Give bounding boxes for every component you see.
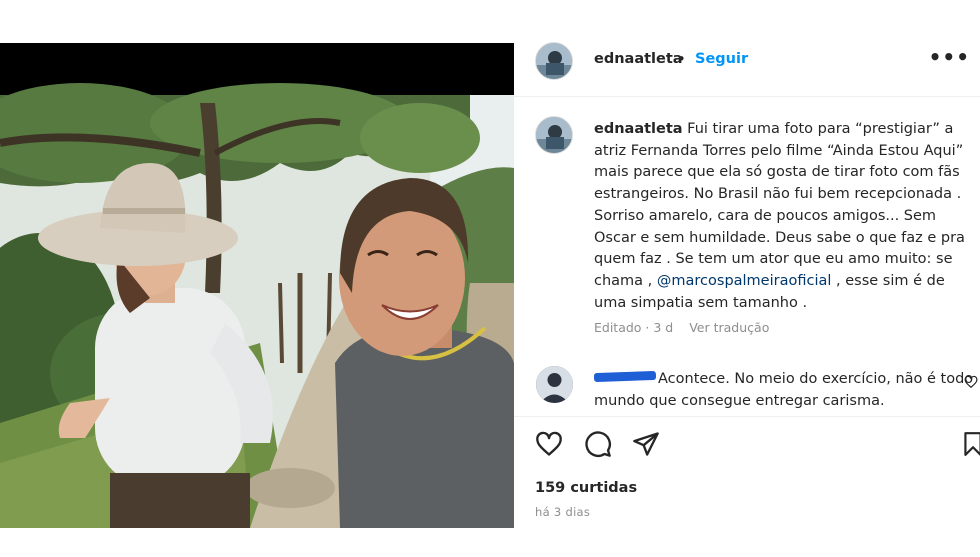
separator-dot: •: [677, 50, 686, 68]
caption-text-part1: Fui tirar uma foto para “prestigiar” a a…: [594, 121, 965, 289]
bookmark-icon[interactable]: [960, 430, 980, 458]
caption-username[interactable]: ednaatleta: [594, 121, 683, 137]
translate-link[interactable]: Ver tradução: [689, 320, 769, 335]
follow-button[interactable]: Seguir: [695, 51, 748, 67]
post-caption: ednaatleta Fui tirar uma foto para “pres…: [594, 119, 974, 314]
author-username[interactable]: ednaatleta: [594, 51, 683, 67]
post-timestamp: há 3 dias: [535, 505, 591, 519]
comment-icon[interactable]: [584, 430, 612, 458]
post-details-panel: ednaatleta • Seguir ••• ednaatleta Fui t…: [514, 42, 980, 528]
more-options-icon[interactable]: •••: [929, 45, 970, 69]
redacted-username: [593, 370, 657, 383]
caption-mention-link[interactable]: @marcospalmeiraoficial: [657, 273, 832, 289]
author-avatar[interactable]: [535, 42, 573, 80]
caption-meta: Editado · 3 d Ver tradução: [594, 320, 769, 335]
comment-like-icon[interactable]: [964, 375, 978, 389]
actions-divider: [514, 416, 980, 417]
commenter-avatar[interactable]: [536, 366, 573, 403]
caption-author-avatar[interactable]: [535, 116, 573, 154]
heart-icon[interactable]: [535, 430, 563, 458]
header-divider: [514, 96, 980, 97]
post-photo: [0, 43, 514, 528]
share-icon[interactable]: [632, 430, 660, 458]
likes-count[interactable]: 159 curtidas: [535, 480, 637, 496]
action-bar: [535, 430, 980, 460]
edited-label: Editado · 3 d: [594, 320, 674, 335]
comment: Acontece. No meio do exercício, não é to…: [593, 369, 974, 412]
